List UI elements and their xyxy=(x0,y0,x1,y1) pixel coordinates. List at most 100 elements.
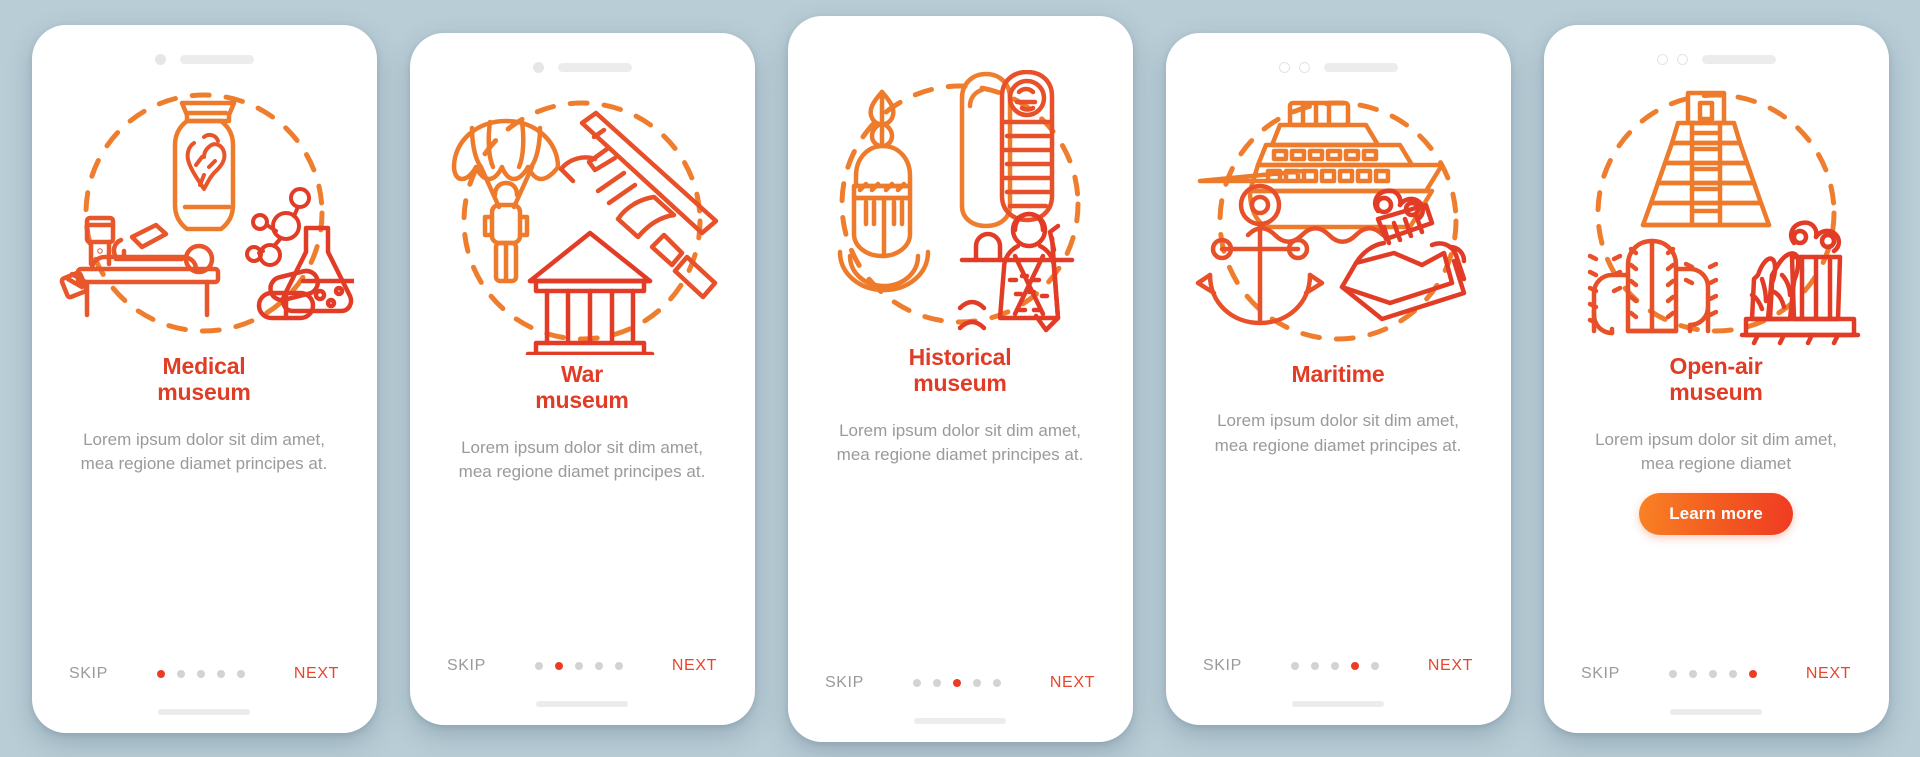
pagination-dot-5[interactable] xyxy=(614,661,623,670)
pagination-dot-2[interactable] xyxy=(1688,669,1697,678)
pagination-dot-4[interactable] xyxy=(972,678,981,687)
illustration-historical-museum xyxy=(810,69,1110,338)
pagination-dot-3[interactable] xyxy=(952,678,961,687)
speaker-bar-icon xyxy=(179,55,254,64)
pagination-dots xyxy=(156,669,245,678)
phone-notch xyxy=(788,38,1133,64)
speaker-bar-icon xyxy=(1701,55,1776,64)
phone-notch xyxy=(1544,47,1889,73)
footer-wrap: SKIP NEXT xyxy=(32,665,377,733)
pagination-dot-1[interactable] xyxy=(156,669,165,678)
illustration-maritime xyxy=(1188,87,1488,355)
screen-title: Historical museum xyxy=(825,344,1095,398)
pagination-dot-2[interactable] xyxy=(176,669,185,678)
title-line-2: museum xyxy=(1669,379,1763,406)
pagination-dot-5[interactable] xyxy=(1370,661,1379,670)
phone-screen-medical-museum: Medical museum Lorem ipsum dolor sit dim… xyxy=(31,24,377,733)
pagination-dots xyxy=(1290,661,1379,670)
pagination-dot-1[interactable] xyxy=(912,678,921,687)
screen-title: War museum xyxy=(447,361,717,415)
onboarding-screens-stage: Medical museum Lorem ipsum dolor sit dim… xyxy=(0,0,1920,757)
next-button[interactable]: NEXT xyxy=(294,665,339,683)
screen-description: Lorem ipsum dolor sit dim amet, mea regi… xyxy=(836,421,1084,465)
camera-ring-icon-2 xyxy=(1676,54,1688,65)
title-line-1: Maritime xyxy=(1291,360,1385,387)
pagination-dots xyxy=(534,661,623,670)
camera-dot-icon xyxy=(154,54,166,65)
screen-description: Lorem ipsum dolor sit dim amet, mea regi… xyxy=(1595,430,1837,474)
next-button[interactable]: NEXT xyxy=(1050,674,1095,692)
home-indicator-bar xyxy=(536,700,628,707)
title-line-1: Medical xyxy=(162,352,246,379)
title-line-2: museum xyxy=(913,370,1007,397)
skip-button[interactable]: SKIP xyxy=(825,674,864,692)
home-indicator-bar xyxy=(1292,700,1384,707)
home-indicator-bar xyxy=(914,717,1006,724)
speaker-bar-icon xyxy=(1323,63,1398,72)
learn-more-button[interactable]: Learn more xyxy=(1639,492,1793,535)
navigation-row: SKIP NEXT xyxy=(1581,665,1851,683)
home-indicator-bar xyxy=(1670,708,1762,715)
pagination-dot-5[interactable] xyxy=(236,669,245,678)
pagination-dot-4[interactable] xyxy=(1350,661,1359,670)
screen-description: Lorem ipsum dolor sit dim amet, mea regi… xyxy=(458,438,706,482)
illustration-medical-museum xyxy=(54,79,354,347)
navigation-row: SKIP NEXT xyxy=(1203,657,1473,675)
phone-screen-open-air-museum: Open-air museum Lorem ipsum dolor sit di… xyxy=(1543,24,1889,733)
pagination-dot-2[interactable] xyxy=(932,678,941,687)
footer-wrap: SKIP NEXT xyxy=(1544,665,1889,733)
title-line-1: Open-air xyxy=(1669,352,1763,379)
footer-wrap: SKIP NEXT xyxy=(788,674,1133,742)
pagination-dot-1[interactable] xyxy=(1290,661,1299,670)
footer-wrap: SKIP NEXT xyxy=(410,657,755,725)
skip-button[interactable]: SKIP xyxy=(1581,665,1620,683)
pagination-dot-4[interactable] xyxy=(216,669,225,678)
title-line-1: War xyxy=(561,360,603,387)
title-line-2: museum xyxy=(157,379,251,406)
phone-notch xyxy=(410,55,755,81)
skip-button[interactable]: SKIP xyxy=(447,657,486,675)
next-button[interactable]: NEXT xyxy=(1428,657,1473,675)
phone-screen-maritime: Maritime Lorem ipsum dolor sit dim amet,… xyxy=(1165,32,1511,725)
pagination-dots xyxy=(1668,669,1757,678)
next-button[interactable]: NEXT xyxy=(672,657,717,675)
pagination-dot-5[interactable] xyxy=(1748,669,1757,678)
illustration-open-air-museum xyxy=(1566,79,1866,347)
phone-notch xyxy=(1166,55,1511,81)
pagination-dot-2[interactable] xyxy=(1310,661,1319,670)
speaker-bar-icon xyxy=(557,63,632,72)
pagination-dot-3[interactable] xyxy=(574,661,583,670)
camera-ring-icon-2 xyxy=(1298,62,1310,73)
navigation-row: SKIP NEXT xyxy=(447,657,717,675)
screen-description: Lorem ipsum dolor sit dim amet, mea regi… xyxy=(1214,411,1462,455)
pagination-dot-5[interactable] xyxy=(992,678,1001,687)
pagination-dot-1[interactable] xyxy=(1668,669,1677,678)
pagination-dot-3[interactable] xyxy=(1330,661,1339,670)
camera-ring-icon-1 xyxy=(1656,54,1668,65)
pagination-dot-3[interactable] xyxy=(1708,669,1717,678)
pagination-dot-1[interactable] xyxy=(534,661,543,670)
phone-screen-war-museum: War museum Lorem ipsum dolor sit dim ame… xyxy=(409,32,755,725)
screen-title: Medical museum xyxy=(69,353,339,407)
pagination-dots xyxy=(912,678,1001,687)
pagination-dot-4[interactable] xyxy=(1728,669,1737,678)
camera-ring-icon-1 xyxy=(1278,62,1290,73)
next-button[interactable]: NEXT xyxy=(1806,665,1851,683)
pagination-dot-4[interactable] xyxy=(594,661,603,670)
skip-button[interactable]: SKIP xyxy=(69,665,108,683)
navigation-row: SKIP NEXT xyxy=(825,674,1095,692)
screen-title: Open-air museum xyxy=(1581,353,1851,407)
pagination-dot-3[interactable] xyxy=(196,669,205,678)
pagination-dot-2[interactable] xyxy=(554,661,563,670)
title-line-1: Historical xyxy=(908,343,1012,370)
navigation-row: SKIP NEXT xyxy=(69,665,339,683)
camera-dot-icon xyxy=(532,62,544,73)
footer-wrap: SKIP NEXT xyxy=(1166,657,1511,725)
skip-button[interactable]: SKIP xyxy=(1203,657,1242,675)
title-line-2: museum xyxy=(535,387,629,414)
phone-notch xyxy=(32,47,377,73)
screen-title: Maritime xyxy=(1203,361,1473,388)
phone-screen-historical-museum: Historical museum Lorem ipsum dolor sit … xyxy=(787,15,1133,742)
screen-description: Lorem ipsum dolor sit dim amet, mea regi… xyxy=(80,430,328,474)
home-indicator-bar xyxy=(158,708,250,715)
